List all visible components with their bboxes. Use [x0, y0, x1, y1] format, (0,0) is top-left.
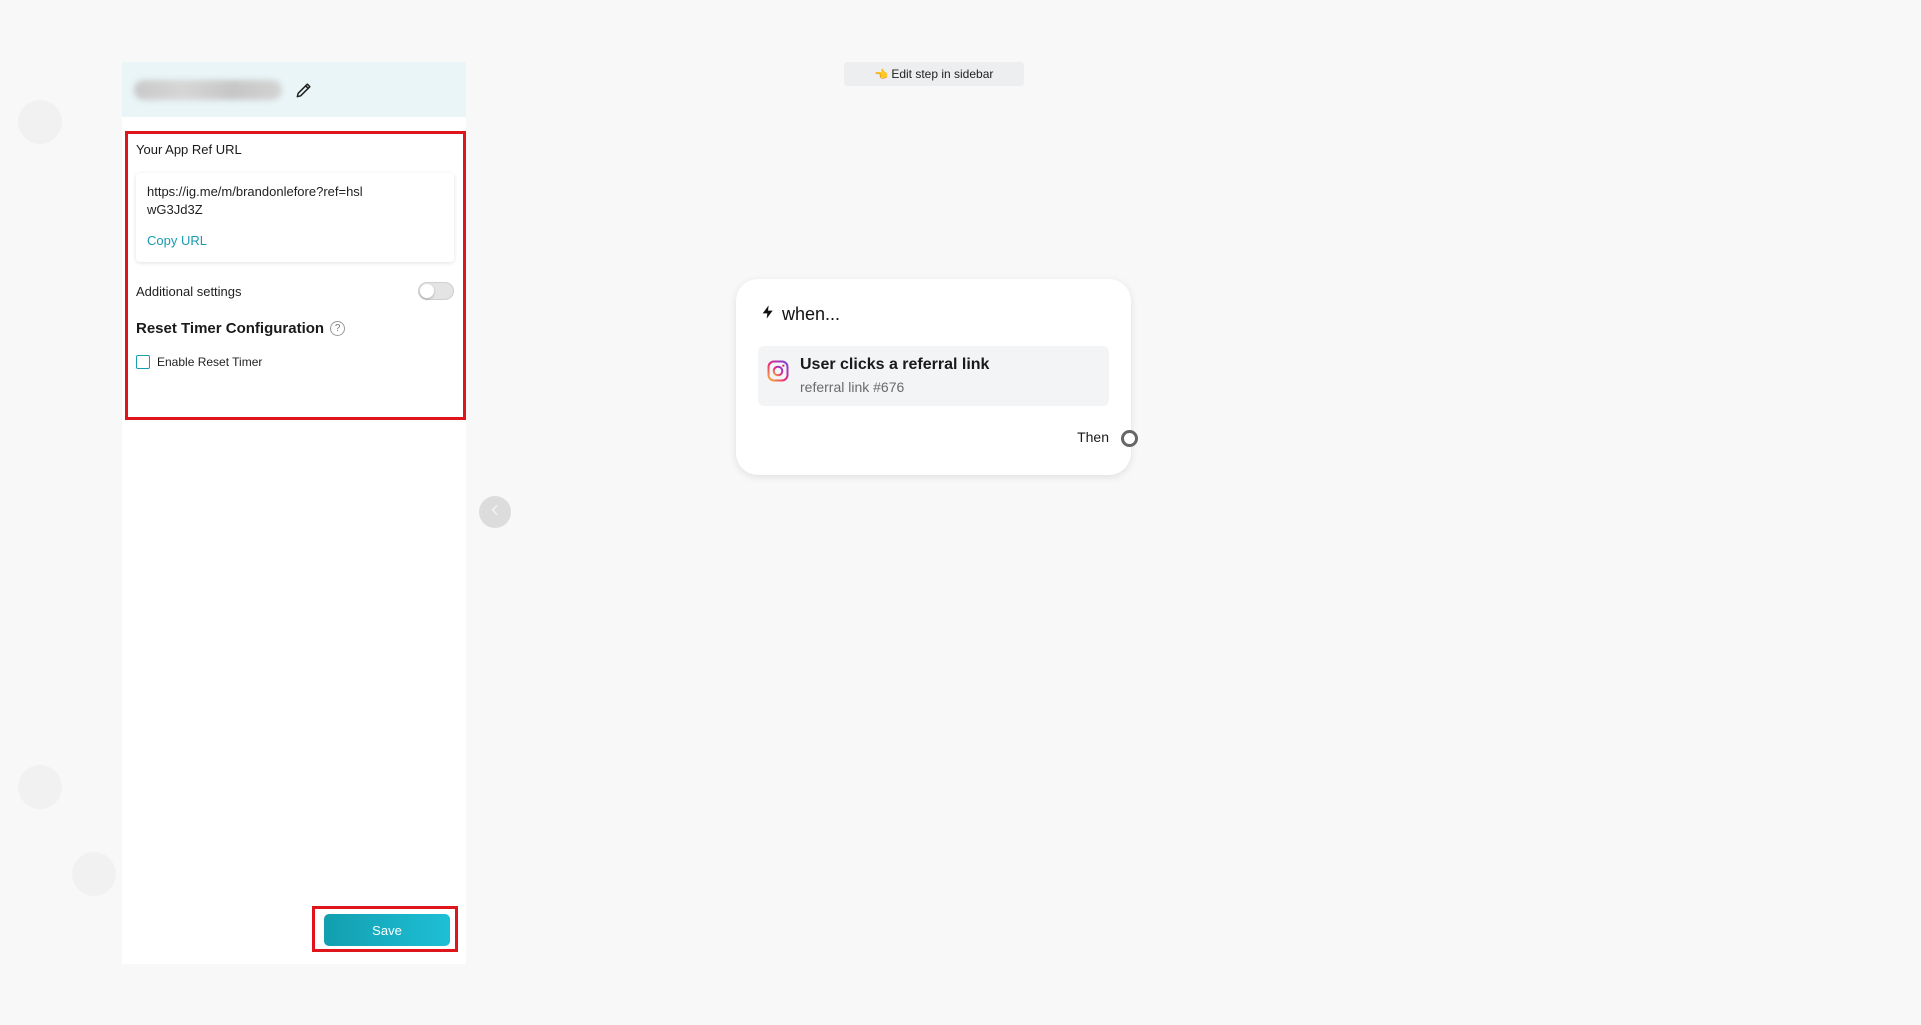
- collapse-sidebar-button[interactable]: [479, 496, 511, 528]
- pointing-hand-icon: 👈: [874, 68, 889, 81]
- node-title: when...: [760, 303, 840, 326]
- trigger-text: User clicks a referral link referral lin…: [800, 356, 989, 395]
- enable-reset-timer-row[interactable]: Enable Reset Timer: [136, 355, 455, 369]
- enable-reset-timer-label: Enable Reset Timer: [157, 355, 263, 369]
- save-area: Save: [312, 906, 458, 952]
- ref-url-section: Your App Ref URL https://ig.me/m/brandon…: [125, 131, 466, 420]
- trigger-node[interactable]: when... User clicks a referral link refe…: [736, 279, 1138, 475]
- chevron-left-icon: [488, 503, 502, 522]
- edit-step-hint: 👈 Edit step in sidebar: [844, 62, 1024, 86]
- rail-ghost-bottom: [72, 852, 116, 896]
- trigger-card[interactable]: User clicks a referral link referral lin…: [758, 346, 1109, 406]
- instagram-icon: [766, 359, 790, 383]
- ref-url-label: Your App Ref URL: [136, 142, 242, 157]
- step-name-redacted: [134, 79, 282, 100]
- help-icon[interactable]: ?: [330, 321, 346, 336]
- ref-url-card: https://ig.me/m/brandonlefore?ref=hslwG3…: [136, 173, 454, 262]
- step-sidebar: Your App Ref URL https://ig.me/m/brandon…: [122, 62, 466, 964]
- pencil-icon[interactable]: [294, 80, 314, 100]
- trigger-subtitle: referral link #676: [800, 379, 905, 395]
- then-label: Then: [1077, 429, 1109, 445]
- rail-ghost-top: [18, 100, 62, 144]
- rail-ghost-middle: [18, 765, 62, 809]
- node-title-text: when...: [782, 304, 841, 324]
- sidebar-header: [122, 62, 466, 117]
- toggle-knob: [420, 284, 434, 298]
- additional-settings-row: Additional settings: [136, 282, 454, 300]
- trigger-title: User clicks a referral link: [800, 356, 990, 373]
- reset-timer-title-text: Reset Timer Configuration: [136, 320, 325, 337]
- ref-url-value: https://ig.me/m/brandonlefore?ref=hslwG3…: [147, 184, 363, 217]
- additional-settings-toggle[interactable]: [418, 282, 454, 300]
- save-button[interactable]: Save: [324, 914, 450, 946]
- enable-reset-timer-checkbox[interactable]: [136, 355, 150, 369]
- lightning-icon: [760, 303, 776, 326]
- edit-step-hint-text: Edit step in sidebar: [891, 67, 994, 81]
- reset-timer-title: Reset Timer Configuration ?: [136, 320, 455, 337]
- then-connector-handle[interactable]: [1121, 430, 1138, 447]
- copy-url-link[interactable]: Copy URL: [147, 233, 207, 248]
- additional-settings-label: Additional settings: [136, 283, 242, 299]
